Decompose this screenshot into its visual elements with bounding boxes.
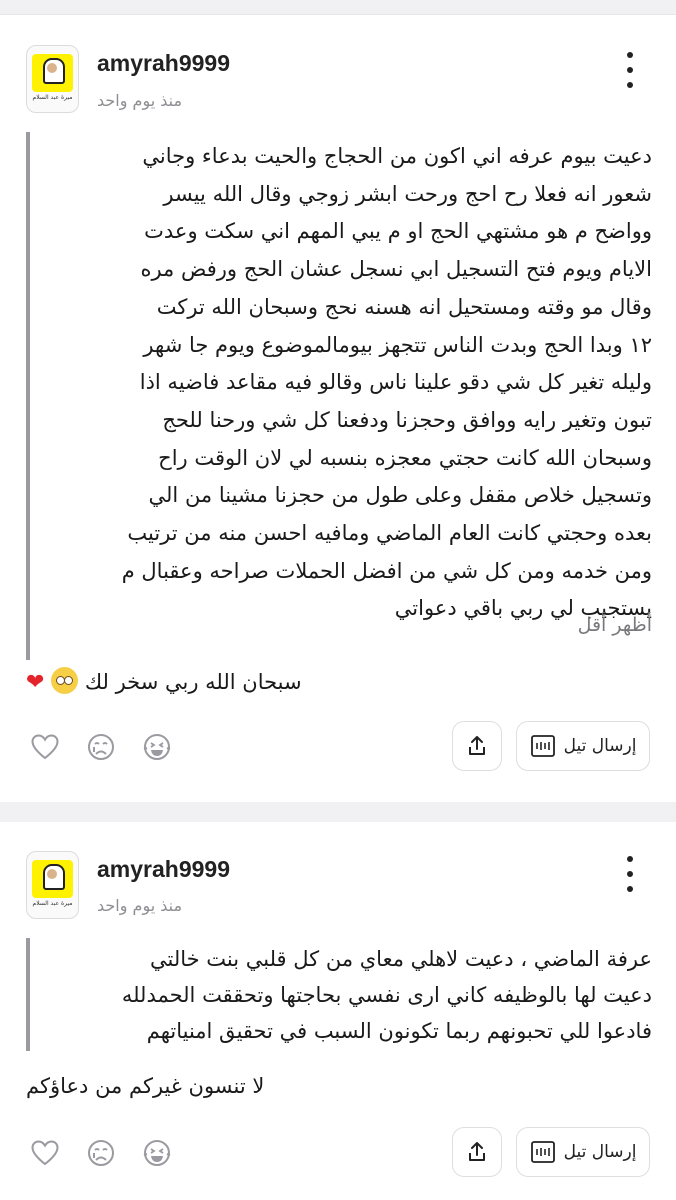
share-upload-icon [469,1142,485,1161]
reply-comment: سبحان الله ربي سخر لك ❤ [26,667,338,695]
heart-react-button[interactable] [30,1138,60,1168]
comment-text: لا تنسون غيركم من دعاؤكم [26,1074,265,1098]
comment-text: سبحان الله ربي سخر لك [84,670,302,694]
pleading-face-icon [51,667,79,694]
heart-outline-icon [31,734,59,760]
dot [627,856,633,862]
timestamp: منذ يوم واحد [97,896,183,915]
send-tell-label: إرسال تيل [563,736,637,756]
share-button[interactable] [452,721,502,771]
face-icon [47,63,57,73]
dot [627,871,633,877]
laughing-face-icon [143,734,171,760]
crying-face-icon [88,1140,114,1166]
reply-comment: لا تنسون غيركم من دعاؤكم [26,1074,302,1098]
crying-face-icon [88,734,114,760]
laughing-face-icon [143,1140,171,1166]
post-body-text: دعيت بيوم عرفه اني اكون من الحجاج والحيت… [121,144,652,621]
avatar-caption: ميرة عبد السلام [32,94,73,101]
red-heart-icon: ❤ [26,670,45,695]
send-tell-label: إرسال تيل [563,1142,637,1162]
username[interactable]: amyrah9999 [97,856,230,883]
avatar[interactable]: ميرة عبد السلام [26,851,79,919]
dot [627,82,633,88]
laugh-react-button[interactable] [142,1138,172,1168]
reactions-bar [30,732,172,762]
send-tell-button[interactable]: إرسال تيل [516,721,650,771]
post-card: ميرة عبد السلام amyrah9999 منذ يوم واحد … [0,822,676,1200]
share-upload-icon [469,736,485,755]
timestamp: منذ يوم واحد [97,91,183,110]
tell-message-icon [530,1141,555,1163]
laugh-react-button[interactable] [142,732,172,762]
avatar[interactable]: ميرة عبد السلام [26,45,79,113]
username[interactable]: amyrah9999 [97,50,230,77]
reactions-bar [30,1138,172,1168]
top-separator [0,0,676,15]
share-button[interactable] [452,1127,502,1177]
sad-react-button[interactable] [86,1138,116,1168]
dot [627,67,633,73]
avatar-caption: ميرة عبد السلام [32,900,73,907]
send-tell-button[interactable]: إرسال تيل [516,1127,650,1177]
face-icon [47,869,57,879]
show-less-link[interactable]: أظهر أقل [578,614,652,636]
post-body-quote: عرفة الماضي ، دعيت لاهلي معاي من كل قلبي… [26,938,652,1051]
post-card: ميرة عبد السلام amyrah9999 منذ يوم واحد … [0,14,676,802]
sad-react-button[interactable] [86,732,116,762]
heart-outline-icon [31,1140,59,1166]
tell-message-icon [530,735,555,757]
heart-react-button[interactable] [30,732,60,762]
dot [627,886,633,892]
post-separator [0,802,676,822]
post-body-quote: دعيت بيوم عرفه اني اكون من الحجاج والحيت… [26,132,652,660]
more-options-button[interactable] [620,856,640,892]
post-body-text: عرفة الماضي ، دعيت لاهلي معاي من كل قلبي… [121,947,652,1043]
dot [627,52,633,58]
more-options-button[interactable] [620,52,640,88]
